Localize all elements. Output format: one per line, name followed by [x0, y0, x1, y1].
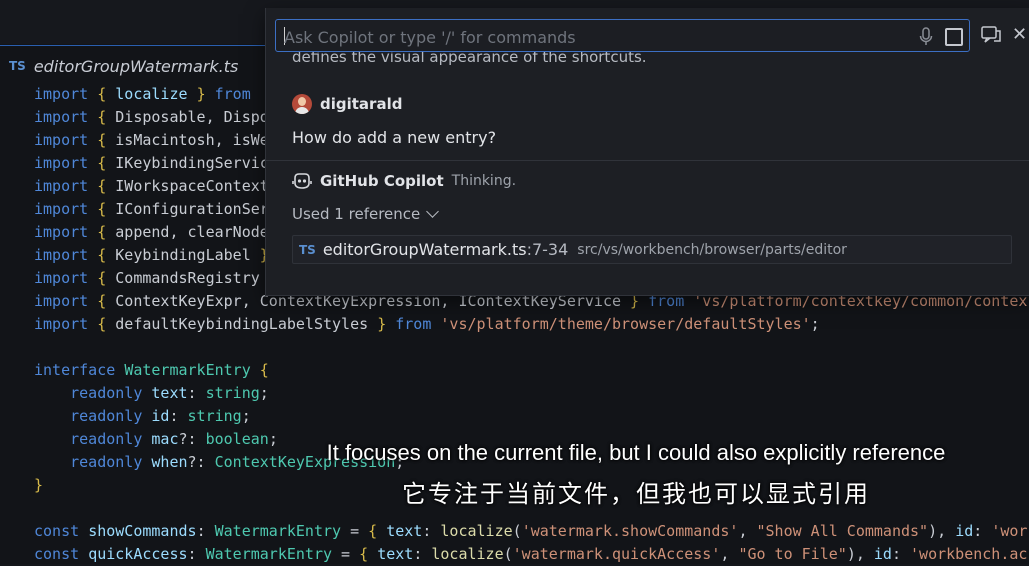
subtitle-english: It focuses on the current file, but I co…	[326, 440, 946, 465]
open-in-chat-view-icon[interactable]	[981, 26, 1001, 44]
code-line[interactable]: interface WatermarkEntry {	[34, 359, 1027, 382]
tab-filename: editorGroupWatermark.ts	[33, 56, 239, 76]
reference-path: src/vs/workbench/browser/parts/editor	[577, 241, 847, 258]
used-references-label: Used 1 reference	[292, 205, 421, 223]
mic-icon[interactable]	[919, 27, 933, 47]
reference-item[interactable]: TS editorGroupWatermark.ts :7-34 src/vs/…	[292, 235, 1012, 264]
copilot-icon	[292, 173, 312, 189]
stop-icon[interactable]	[945, 28, 963, 46]
assistant-status: Thinking.	[451, 173, 517, 189]
used-references-toggle[interactable]: Used 1 reference	[292, 204, 440, 223]
code-line[interactable]: const showCommands: WatermarkEntry = { t…	[34, 520, 1027, 543]
avatar	[292, 94, 312, 114]
code-line[interactable]: readonly text: string;	[34, 382, 1027, 405]
code-line[interactable]	[34, 336, 1027, 359]
copilot-inline-chat: defines the visual appearance of the sho…	[265, 8, 1029, 296]
code-line[interactable]: readonly id: string;	[34, 405, 1027, 428]
previous-response-text: defines the visual appearance of the sho…	[292, 52, 647, 66]
user-name: digitarald	[320, 95, 403, 113]
close-icon[interactable]: ✕	[1012, 26, 1027, 44]
chat-input[interactable]: Ask Copilot or type '/' for commands	[275, 19, 970, 52]
assistant-message-header: GitHub Copilot Thinking.	[292, 172, 516, 190]
chat-input-placeholder: Ask Copilot or type '/' for commands	[284, 28, 576, 47]
user-message: How do add a new entry?	[292, 128, 497, 147]
reference-filename: editorGroupWatermark.ts	[322, 240, 527, 259]
typescript-file-icon: TS	[299, 242, 316, 257]
message-divider	[266, 160, 1029, 161]
assistant-name: GitHub Copilot	[320, 172, 444, 190]
user-message-header: digitarald	[292, 94, 402, 114]
editor-tab[interactable]: TS editorGroupWatermark.ts	[0, 45, 265, 86]
code-line[interactable]: import { defaultKeybindingLabelStyles } …	[34, 313, 1027, 336]
typescript-file-icon: TS	[9, 59, 26, 73]
subtitle-chinese: 它专注于当前文件，但我也可以显式引用	[402, 480, 870, 508]
code-line[interactable]: const quickAccess: WatermarkEntry = { te…	[34, 543, 1027, 566]
reference-line-range: :7-34	[526, 240, 569, 259]
chevron-down-icon	[426, 204, 440, 218]
